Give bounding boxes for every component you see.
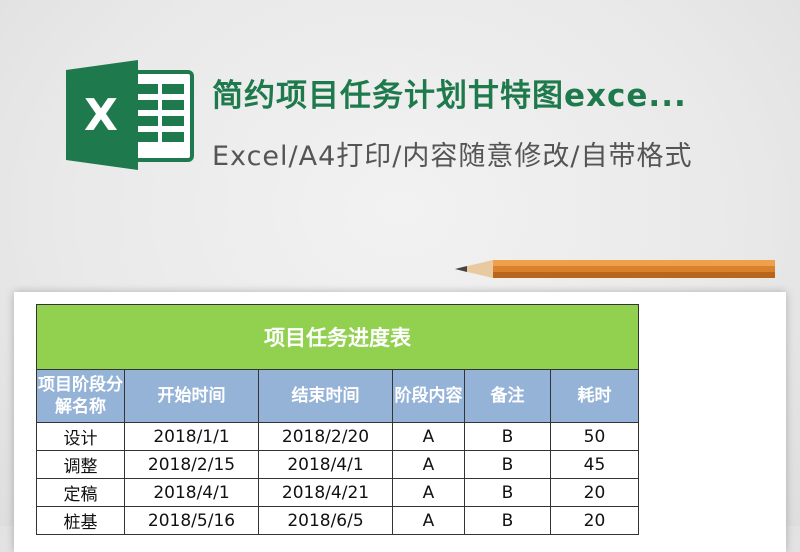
cell[interactable]: 45 [550,450,639,479]
cell[interactable]: B [464,422,551,451]
col-header-end-time: 结束时间 [258,369,393,423]
cell[interactable]: 50 [550,422,639,451]
cell[interactable]: B [464,506,551,535]
cell[interactable]: 20 [550,506,639,535]
cell[interactable]: 2018/2/20 [258,422,393,451]
cell[interactable]: 定稿 [36,478,125,507]
cell[interactable]: B [464,450,551,479]
empty-column [638,304,757,535]
col-header-duration: 耗时 [550,369,639,423]
task-progress-table: 项目任务进度表 项目阶段分解名称 开始时间 结束时间 阶段内容 备注 耗时 设计… [36,304,757,535]
cell[interactable]: A [392,506,465,535]
cell[interactable]: A [392,478,465,507]
cell[interactable]: 2018/5/16 [124,506,259,535]
col-header-remarks: 备注 [464,369,551,423]
cell[interactable]: 2018/2/15 [124,450,259,479]
page-subtitle: Excel/A4打印/内容随意修改/自带格式 [212,141,693,172]
cell[interactable]: 设计 [36,422,125,451]
cell[interactable]: 2018/4/1 [258,450,393,479]
cell[interactable]: B [464,478,551,507]
cell[interactable]: 桩基 [36,506,125,535]
col-header-start-time: 开始时间 [124,369,259,423]
cell[interactable]: 2018/6/5 [258,506,393,535]
cell[interactable]: 2018/4/21 [258,478,393,507]
sheet-title: 项目任务进度表 [36,304,639,370]
cell[interactable]: 20 [550,478,639,507]
cell[interactable]: 2018/1/1 [124,422,259,451]
pencil-icon [455,260,775,278]
cell[interactable]: 2018/4/1 [124,478,259,507]
logo-letter: X [84,90,118,141]
page-title: 简约项目任务计划甘特图exce... [212,78,687,114]
excel-logo-icon: X [66,60,194,170]
cell[interactable]: A [392,422,465,451]
col-header-stage-content: 阶段内容 [392,369,465,423]
cell[interactable]: 调整 [36,450,125,479]
cell[interactable]: A [392,450,465,479]
col-header-stage-name: 项目阶段分解名称 [36,369,125,423]
